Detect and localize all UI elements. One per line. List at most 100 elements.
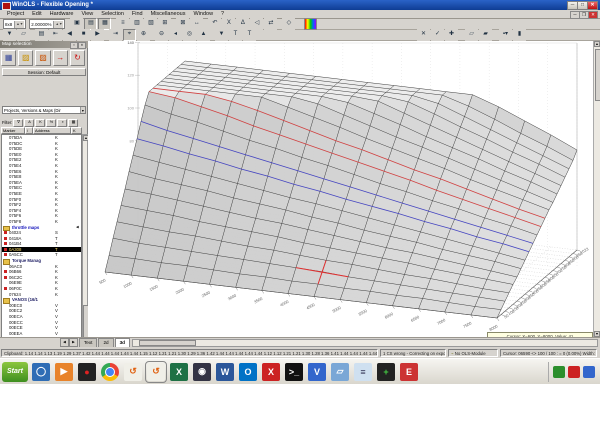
taskbar-icon-diagnostic-lens[interactable]: ◉ [193,362,211,381]
taskbar-icon-ista[interactable]: + [377,362,395,381]
map-vertical-scrollbar[interactable]: ▲ ▼ [593,41,600,337]
colors-button[interactable] [304,18,318,30]
column-header-marker[interactable]: Marker [1,127,25,134]
value-up-button[interactable]: ▲ [197,29,210,41]
insert-yellow-button[interactable]: ✚ [445,29,458,41]
print-button[interactable]: ▤ [35,29,48,41]
zoom-factor-combo[interactable]: 2.00000% ▲▼ [29,19,66,29]
surface-quad [105,255,136,276]
open-folder-button[interactable]: ▨ [18,49,34,66]
folder-b-button[interactable]: ▰ [479,29,492,41]
taskbar-icon-outlook[interactable]: O [239,362,257,381]
surface-plot[interactable]: 2040608010012014050010001500200025003000… [88,40,600,337]
filter-button-0[interactable]: ∇ [13,119,24,127]
mark-red-button[interactable]: T [229,29,242,41]
ols-module-status: ⌁ No OLS-Module [448,348,498,357]
tab-2d[interactable]: 2d [98,338,114,347]
folder-a-button[interactable]: ▱ [465,29,478,41]
x-tick-label: 500 [98,277,107,285]
filter-button-5[interactable]: ▦ [68,119,79,127]
filter-button-3[interactable]: % [46,119,57,127]
app-icon [2,2,11,10]
tab-text[interactable]: Text [79,338,98,347]
close-button[interactable]: ✕ [587,1,598,10]
nav-last-button[interactable]: ⇥ [109,29,122,41]
spin-icon: ▲▼ [14,20,25,28]
checksum-button[interactable]: ◇ [282,18,296,30]
tab-scroll-left-icon[interactable]: ◀ [60,338,69,347]
split-view-button[interactable]: ▮ [513,29,526,41]
import-folder-button[interactable]: ▨ [35,49,51,66]
panel-close-icon[interactable]: ✕ [78,42,86,49]
taskbar-icon-burner-2[interactable]: ↺ [145,360,167,383]
zoom-out-button[interactable]: ⊖ [155,29,168,41]
open-project-button[interactable]: ▱ [17,29,30,41]
tab-scroll-right-icon[interactable]: ▶ [69,338,78,347]
map-horizontal-scrollbar[interactable] [131,338,598,347]
taskbar-icon-terminal[interactable]: >_ [285,362,303,381]
checksum-warning: 1 CS wrong - Correcting on export [380,348,446,357]
filter-button-1[interactable]: A [24,119,35,127]
taskbar-icon-word[interactable]: W [216,362,234,381]
scroll-thumb[interactable] [138,339,196,346]
zoom-in-button[interactable]: ⊕ [137,29,150,41]
value-size-combo[interactable]: 8x8 ▲▼ [3,19,27,29]
list-header[interactable]: Marker / Address K [1,127,82,134]
column-header-k[interactable]: K [71,127,82,134]
apply-green-button[interactable]: ✓ [431,29,444,41]
view-tab-bar: ◀ ▶ Text 2d 3d [0,337,600,347]
pointer-button[interactable]: ◂ [169,29,182,41]
tray-icon-tray-blue[interactable] [583,365,595,378]
filter-button-4[interactable]: ◑ [57,119,68,127]
window-title: WinOLS - Flexible Opening * [12,2,93,8]
session-button[interactable]: Session: Default [2,68,86,76]
panel-pin-icon[interactable]: ▪ [70,42,78,49]
mini-combo-button[interactable]: ▪▾ [499,29,512,41]
taskbar-icon-burner-1[interactable]: ↺ [124,362,142,381]
nav-prev-button[interactable]: ◀ [63,29,76,41]
tab-3d[interactable]: 3d [114,338,130,347]
taskbar-icon-vnc[interactable]: V [308,362,326,381]
taskbar-icon-xentry[interactable]: X [262,362,280,381]
start-button[interactable]: Start [2,361,28,382]
save-version-button[interactable]: ▦ [1,49,17,66]
x-tick-label: 6500 [410,314,421,323]
reload-map-button[interactable]: ↻ [69,49,86,66]
taskbar-icon-notes-app[interactable]: ≡ [354,362,372,381]
mdi-close-button[interactable]: ✕ [588,11,598,19]
swap-versions-button[interactable]: ⇄ [264,18,278,30]
x-tick-label: 2500 [201,289,212,298]
select-mode-button[interactable]: ⌖ [123,29,136,41]
menu-edit[interactable]: Edit [28,10,45,19]
tray-icon-tray-green[interactable] [553,365,565,378]
map-list[interactable]: 075DA K 075DC K 075DE K 075E0 K 075E2 K 075E4 K 075E… [1,134,82,370]
taskbar-icon-excel[interactable]: X [170,362,188,381]
taskbar-icon-folder-app[interactable]: ▱ [331,362,349,381]
map-3d-view[interactable]: 2040608010012014050010001500200025003000… [88,40,600,341]
nav-next-button[interactable]: ▶ [91,29,104,41]
save-button[interactable]: ▼ [3,29,16,41]
export-map-button[interactable]: → [52,49,68,66]
search-button[interactable]: ◎ [183,29,196,41]
taskbar: Start ◯ ▶ ● ↺ ↺ X ◉ W O X >_ V ▱ ≡ + E [0,358,600,384]
scroll-thumb[interactable] [595,49,600,101]
value-down-button[interactable]: ▼ [215,29,228,41]
taskbar-icon-steam[interactable]: ◯ [32,362,50,381]
mark-blue-button[interactable]: T [243,29,256,41]
delete-marker-button[interactable]: ✕ [417,29,430,41]
filter-button-2[interactable]: K [35,119,46,127]
scroll-up-icon[interactable]: ▲ [594,41,600,47]
menu-project[interactable]: Project [3,10,28,19]
nav-stop-button[interactable]: ■ [77,29,90,41]
taskbar-icon-chrome[interactable] [101,362,119,381]
taskbar-icon-media-player[interactable]: ▶ [55,362,73,381]
chevron-down-icon: ▾ [79,107,85,113]
scope-dropdown[interactable]: Projects, Versions & Maps (Dir ▾ [2,106,86,114]
tray-icon-tray-red[interactable] [568,365,580,378]
nav-first-button[interactable]: ⇤ [49,29,62,41]
x-tick-label: 7000 [436,317,447,326]
column-header-/[interactable]: / [25,127,33,134]
taskbar-icon-etk[interactable]: E [400,362,418,381]
column-header-address[interactable]: Address [33,127,71,134]
taskbar-icon-camera-app[interactable]: ● [78,362,96,381]
